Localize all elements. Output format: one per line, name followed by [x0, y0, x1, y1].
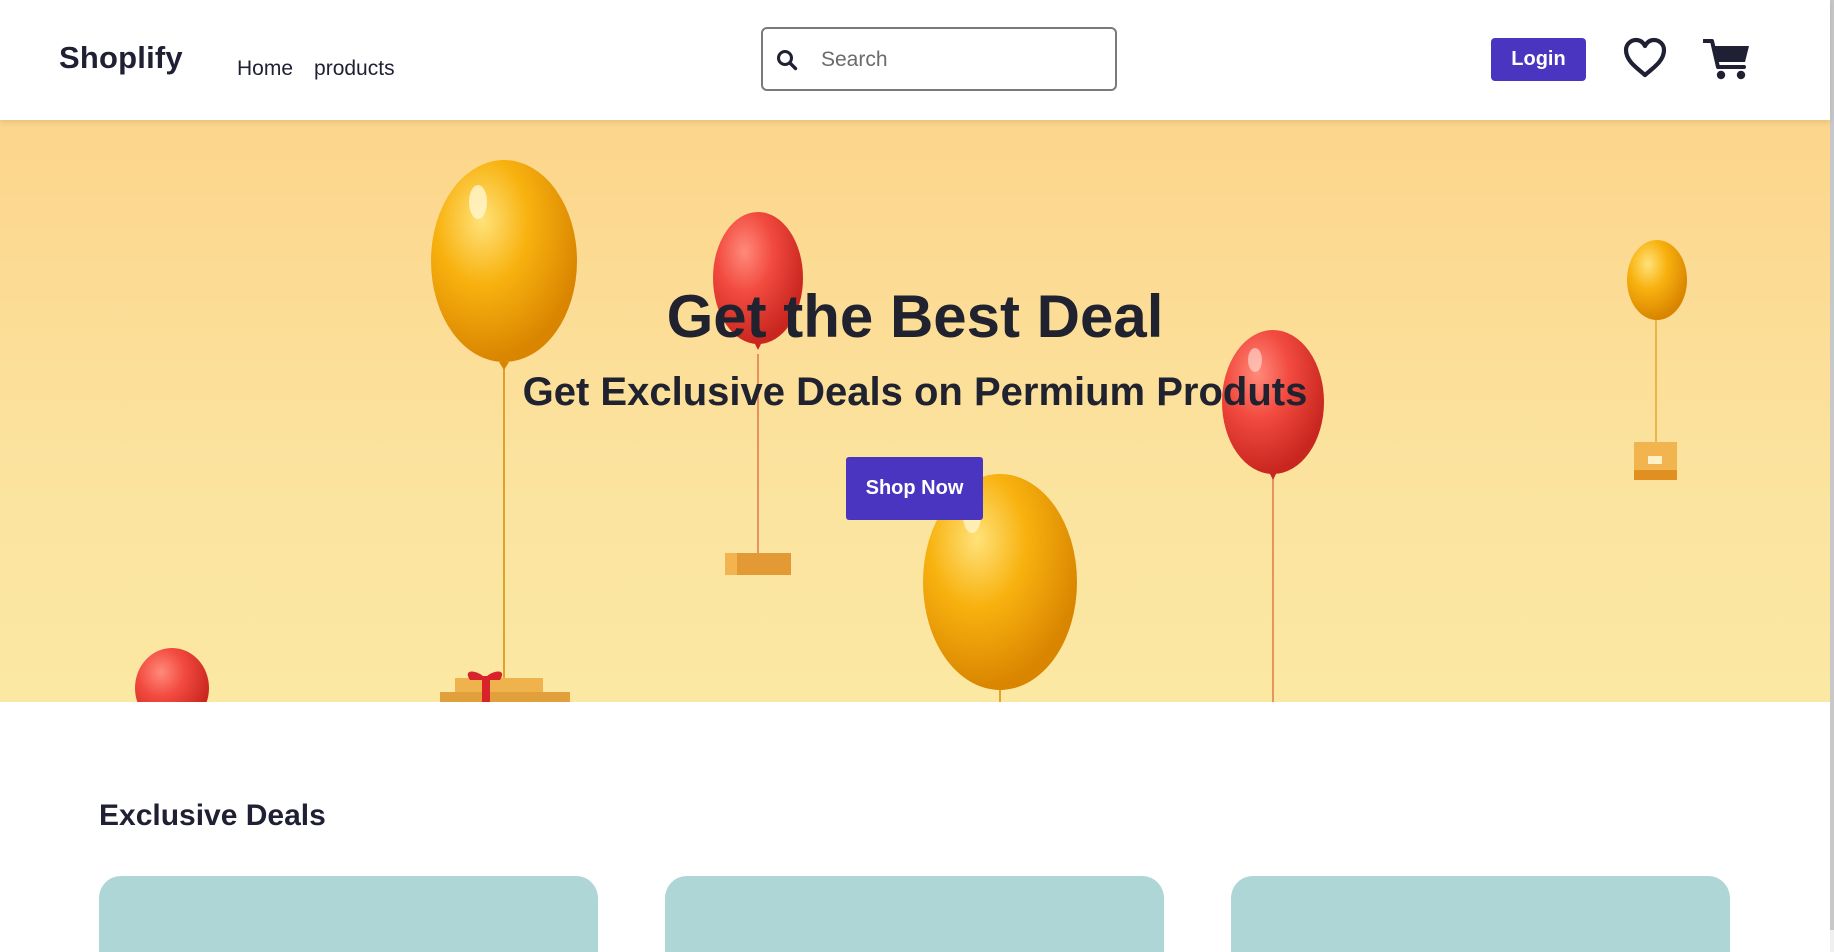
hero-subtitle: Get Exclusive Deals on Permium Produts [522, 370, 1308, 414]
cart-icon[interactable] [1703, 37, 1751, 81]
login-button[interactable]: Login [1491, 38, 1586, 81]
top-navbar: Shoplify Home products Login [0, 0, 1830, 120]
nav-link-products[interactable]: products [314, 57, 395, 81]
heart-icon[interactable] [1623, 37, 1667, 79]
main-nav: Home products [237, 57, 395, 81]
shop-now-button[interactable]: Shop Now [846, 457, 983, 520]
search-box[interactable] [761, 27, 1117, 91]
deal-card[interactable] [99, 876, 598, 952]
hero-banner: Get the Best Deal Get Exclusive Deals on… [0, 120, 1830, 702]
search-input[interactable] [821, 47, 1101, 73]
nav-link-home[interactable]: Home [237, 57, 293, 81]
brand-logo[interactable]: Shoplify [59, 40, 183, 76]
hero-title: Get the Best Deal [666, 283, 1164, 350]
deal-card[interactable] [665, 876, 1164, 952]
search-icon [777, 50, 798, 71]
deal-card[interactable] [1231, 876, 1730, 952]
section-title: Exclusive Deals [99, 799, 326, 832]
scrollbar-thumb[interactable] [1830, 0, 1834, 930]
